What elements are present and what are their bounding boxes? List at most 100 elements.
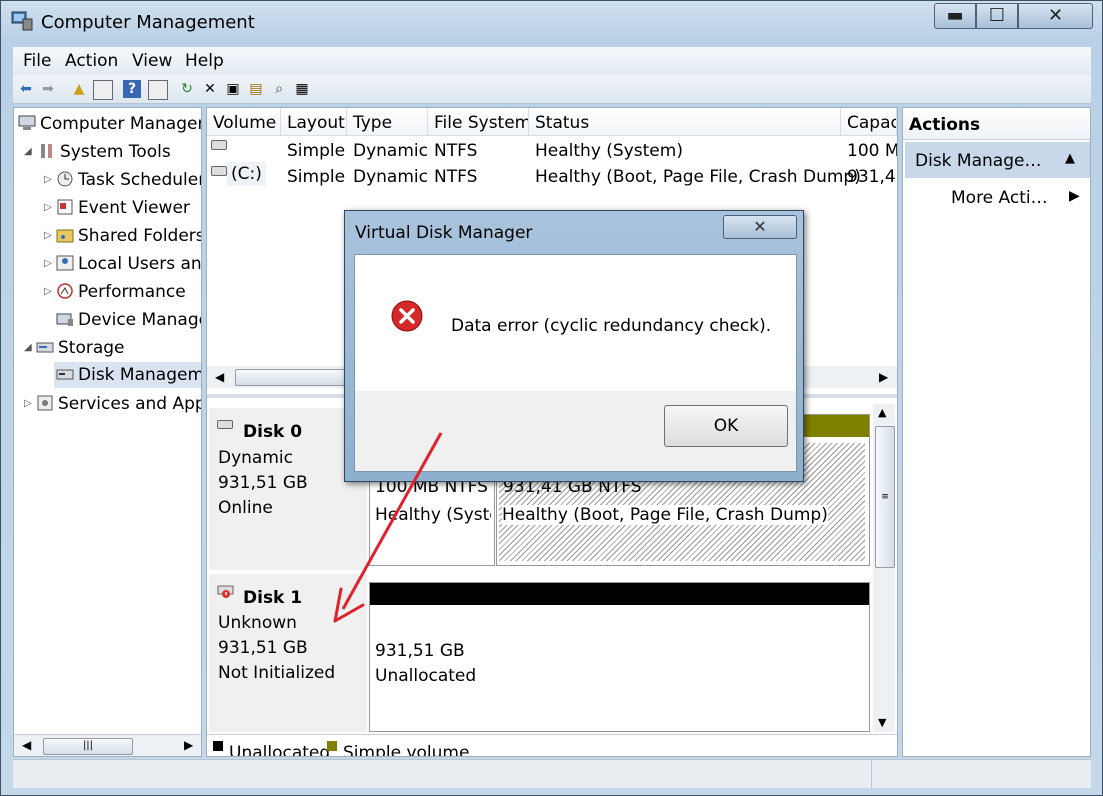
show-action-pane-icon[interactable] xyxy=(148,80,168,100)
menu-help[interactable]: Help xyxy=(185,51,224,71)
column-header-layout[interactable]: Layout xyxy=(281,108,347,136)
legend-simple-volume: Simple volume xyxy=(343,743,470,757)
refresh-icon[interactable]: ↻ xyxy=(178,80,196,98)
tools-icon xyxy=(41,144,52,158)
scroll-right-icon[interactable]: ▶ xyxy=(184,738,193,752)
column-header-file-system[interactable]: File System xyxy=(428,108,529,136)
disk-management-icon xyxy=(56,369,74,380)
tree-item-services[interactable]: Services and Applications xyxy=(36,394,201,414)
open-icon[interactable]: ▤ xyxy=(247,80,265,98)
cell-file-system: NTFS xyxy=(434,141,478,161)
column-header-type[interactable]: Type xyxy=(347,108,428,136)
up-folder-icon[interactable]: ▲ xyxy=(70,80,88,98)
dialog-close-button[interactable]: ✕ xyxy=(723,215,797,239)
tree-label: Task Scheduler xyxy=(78,170,202,190)
tree-label: Disk Management xyxy=(78,365,202,385)
disk-icon xyxy=(217,420,233,429)
cell-capacity: 100 MB xyxy=(847,141,897,161)
tree-item-event-viewer[interactable]: Event Viewer xyxy=(56,198,190,218)
collapse-section-icon[interactable]: ▲ xyxy=(1065,151,1075,166)
search-icon[interactable]: ⌕ xyxy=(270,80,288,98)
menu-action[interactable]: Action xyxy=(65,51,118,71)
disk-state: Not Initialized xyxy=(218,663,336,683)
menu-bar: File Action View Help xyxy=(13,47,1091,75)
disk-error-icon xyxy=(217,585,234,598)
tree-horizontal-scrollbar[interactable]: ◀ ||| ▶ xyxy=(14,734,201,756)
expand-arrow-icon[interactable]: ◢ xyxy=(24,146,32,157)
tree-label: Device Manager xyxy=(78,310,201,330)
cell-status: Healthy (Boot, Page File, Crash Dump) xyxy=(535,167,861,187)
cell-capacity: 931,41 GB xyxy=(847,167,897,187)
status-divider xyxy=(871,760,872,788)
tree-label: Shared Folders xyxy=(78,226,202,246)
scroll-left-icon[interactable]: ◀ xyxy=(215,370,224,384)
menu-file[interactable]: File xyxy=(23,51,51,71)
actions-section-disk-management[interactable]: Disk Management ▲ xyxy=(905,142,1090,178)
ok-button[interactable]: OK xyxy=(664,405,788,447)
scroll-up-icon[interactable]: ▲ xyxy=(878,406,886,419)
column-header-capacity[interactable]: Capacity xyxy=(841,108,897,136)
tree-item-device-manager[interactable]: Device Manager xyxy=(56,310,201,330)
scrollbar-thumb[interactable]: ||| xyxy=(43,738,133,755)
disk-size: 931,51 GB xyxy=(218,638,308,658)
disk-state: Online xyxy=(218,498,273,518)
tree-label: Event Viewer xyxy=(78,198,190,218)
forward-icon[interactable]: ➡ xyxy=(39,80,57,98)
volume-icon xyxy=(211,166,227,176)
cell-layout: Simple xyxy=(287,167,346,187)
scroll-right-icon[interactable]: ▶ xyxy=(879,370,888,384)
more-actions-label: More Actions xyxy=(951,188,1055,208)
collapse-arrow-icon[interactable]: ▷ xyxy=(24,398,32,409)
column-header-volume[interactable]: Volume xyxy=(207,108,281,136)
collapse-arrow-icon[interactable]: ▷ xyxy=(44,174,52,185)
error-icon xyxy=(391,300,423,332)
title-bar[interactable]: Computer Management ▬ ☐ ✕ xyxy=(1,1,1102,45)
properties-icon[interactable]: ▣ xyxy=(224,80,242,98)
performance-icon xyxy=(57,283,73,299)
actions-header: Actions xyxy=(903,108,1090,140)
disk-vertical-scrollbar[interactable]: ▲ ≡ ▼ xyxy=(873,404,895,732)
collapse-arrow-icon[interactable]: ▷ xyxy=(44,202,52,213)
disk-kind: Unknown xyxy=(218,613,297,633)
expand-arrow-icon[interactable]: ◢ xyxy=(24,342,32,353)
unallocated-swatch xyxy=(213,741,223,751)
scroll-down-icon[interactable]: ▼ xyxy=(878,716,886,729)
back-icon[interactable]: ⬅ xyxy=(17,80,35,98)
cell-type: Dynamic xyxy=(353,167,428,187)
settings-icon[interactable]: ▦ xyxy=(293,80,311,98)
tree-item-shared-folders[interactable]: Shared Folders xyxy=(56,226,202,246)
toolbar: ⬅ ➡ ▲ ? ↻ ✕ ▣ ▤ ⌕ ▦ xyxy=(13,75,1091,104)
close-button[interactable]: ✕ xyxy=(1018,3,1093,29)
status-bar xyxy=(13,759,1091,788)
tree-item-task-scheduler[interactable]: Task Scheduler xyxy=(56,170,202,190)
scrollbar-thumb[interactable]: ≡ xyxy=(875,426,895,568)
tree-item-local-users[interactable]: Local Users and Groups xyxy=(56,254,202,274)
tree-item-root[interactable]: Computer Management (Local) xyxy=(18,114,201,134)
column-header-status[interactable]: Status xyxy=(529,108,841,136)
users-icon xyxy=(56,255,74,271)
error-message: Data error (cyclic redundancy check). xyxy=(451,316,772,336)
services-icon xyxy=(37,395,53,411)
legend: Unallocated Simple volume xyxy=(207,734,897,757)
menu-view[interactable]: View xyxy=(132,51,172,71)
scroll-left-icon[interactable]: ◀ xyxy=(22,738,31,752)
volume-icon xyxy=(211,140,227,150)
navigation-tree: Computer Management (Local) ◢ System Too… xyxy=(13,107,202,757)
tree-item-storage[interactable]: Storage xyxy=(36,338,125,358)
maximize-button[interactable]: ☐ xyxy=(976,3,1018,29)
collapse-arrow-icon[interactable]: ▷ xyxy=(44,230,52,241)
collapse-arrow-icon[interactable]: ▷ xyxy=(44,286,52,297)
scrollbar-thumb[interactable] xyxy=(235,369,357,386)
tree-item-performance[interactable]: Performance xyxy=(56,282,186,302)
tree-item-system-tools[interactable]: System Tools xyxy=(38,142,171,162)
tree-label: Local Users and Groups xyxy=(78,254,202,274)
tree-label: Storage xyxy=(58,338,125,358)
show-tree-icon[interactable] xyxy=(93,80,113,100)
delete-icon[interactable]: ✕ xyxy=(201,80,219,98)
minimize-button[interactable]: ▬ xyxy=(934,3,976,29)
computer-management-window: Computer Management ▬ ☐ ✕ File Action Vi… xyxy=(0,0,1103,796)
more-actions-item[interactable]: More Actions ▶ xyxy=(951,188,1086,212)
collapse-arrow-icon[interactable]: ▷ xyxy=(44,258,52,269)
help-icon[interactable]: ? xyxy=(123,80,141,98)
tree-item-disk-management[interactable]: Disk Management xyxy=(54,362,202,388)
